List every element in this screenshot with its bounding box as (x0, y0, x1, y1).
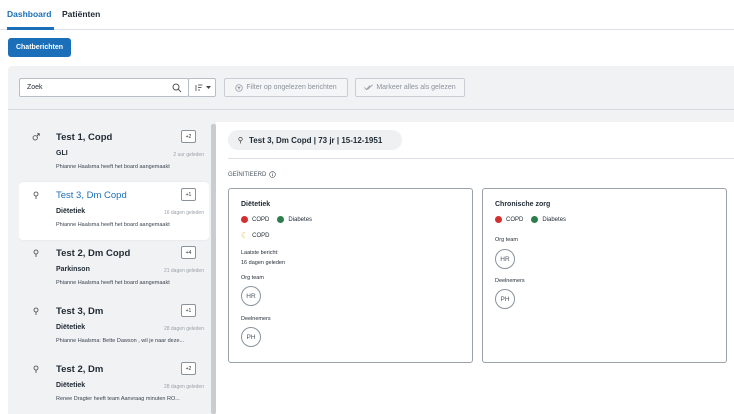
avatar[interactable]: HR (495, 249, 515, 269)
unread-count-badge: +4 (181, 246, 196, 259)
unread-count-badge: +1 (181, 304, 196, 317)
conversation-time: 28 dagen geleden (163, 326, 204, 332)
search-input-value: Zoek (27, 84, 43, 91)
conversation-item[interactable]: Test 3, Dm +1 Diëtetiek 28 dagen geleden… (19, 298, 209, 356)
conversation-name: Test 2, Dm (56, 364, 104, 375)
conversation-detail: Test 3, Dm Copd | 73 jr | 15-12-1951 GEÏ… (216, 122, 734, 414)
double-check-icon (364, 84, 374, 91)
conversation-preview: Phianne Haalsma heeft het board aangemaa… (56, 280, 170, 286)
conversation-preview: Phianne Haalsma: Bette Dawson , wil je n… (56, 338, 185, 344)
male-icon (32, 133, 40, 141)
chevron-down-icon (205, 85, 211, 89)
active-tab-indicator (7, 27, 54, 30)
tab-patients[interactable]: Patiënten (62, 9, 100, 19)
conversation-preview: Renee Dragter heeft team Aanvraag minute… (56, 396, 180, 402)
conversation-list: Test 1, Copd +2 GLI 2 uur geleden Phiann… (19, 124, 209, 414)
board-card-dietetics[interactable]: Diëtetiek COPD Diabetes ☾ COPD Laatste b… (228, 188, 473, 363)
conversation-item[interactable]: Test 1, Copd +2 GLI 2 uur geleden Phiann… (19, 124, 209, 182)
pin-icon (32, 191, 40, 199)
filter-unread-label: Filter op ongelezen berichten (246, 84, 337, 91)
conversation-item[interactable]: Test 2, Dm +2 Diëtetiek 28 dagen geleden… (19, 356, 209, 414)
chat-panel: Zoek Filter op ongelezen berichten Marke… (8, 66, 734, 414)
filter-unread-button[interactable]: Filter op ongelezen berichten (224, 78, 348, 97)
moon-icon: ☾ (241, 231, 249, 240)
tag-label: COPD (506, 216, 524, 223)
unread-count-badge: +2 (181, 130, 196, 143)
conversation-team: Diëtetiek (56, 324, 86, 331)
section-title: GEÏNITIEERD (228, 171, 267, 178)
conversation-time: 16 dagen geleden (163, 210, 204, 216)
red-dot-icon (495, 216, 502, 223)
chat-messages-button[interactable]: Chatberichten (8, 38, 71, 57)
conversation-time: 2 uur geleden (173, 152, 204, 158)
filter-toolbar: Zoek Filter op ongelezen berichten Marke… (8, 66, 734, 110)
avatar[interactable]: PH (241, 327, 261, 347)
pin-icon (32, 307, 40, 315)
tag-label: Diabetes (288, 216, 313, 223)
conversation-name: Test 2, Dm Copd (56, 248, 131, 259)
org-team-label: Org team (495, 237, 518, 243)
conversation-team: Parkinson (56, 266, 90, 273)
conversation-name: Test 3, Dm (56, 306, 104, 317)
last-message-label: Laatste bericht: (241, 250, 279, 256)
red-dot-icon (241, 216, 248, 223)
conversation-item[interactable]: Test 2, Dm Copd +4 Parkinson 21 dagen ge… (19, 240, 209, 298)
last-message-time: 16 dagen geleden (241, 260, 286, 266)
filter-icon (235, 83, 244, 92)
condition-tags: COPD Diabetes (241, 216, 312, 223)
green-dot-icon (531, 216, 539, 223)
unread-count-badge: +2 (181, 362, 196, 375)
divider (228, 158, 734, 159)
conversation-preview: Phianne Haalsma heeft het board aangemaa… (56, 164, 170, 170)
avatar[interactable]: PH (495, 289, 515, 309)
green-dot-icon (277, 216, 285, 223)
sort-button[interactable] (188, 78, 216, 97)
conversation-team: Diëtetiek (56, 208, 86, 215)
mark-all-read-button[interactable]: Markeer alles als gelezen (355, 78, 465, 97)
card-title: Diëtetiek (241, 201, 271, 208)
sort-icon (195, 84, 202, 91)
conversation-team: Diëtetiek (56, 382, 86, 389)
tag-label: Diabetes (542, 216, 567, 223)
search-icon (172, 83, 182, 93)
conversation-team: GLI (56, 150, 68, 157)
info-icon[interactable] (269, 171, 277, 178)
tag-label: COPD (252, 232, 270, 239)
tag-label: COPD (252, 216, 270, 223)
mark-all-read-label: Markeer alles als gelezen (376, 84, 456, 91)
pin-icon (32, 249, 40, 257)
tab-dashboard[interactable]: Dashboard (7, 9, 51, 19)
section-label: GEÏNITIEERD (228, 171, 277, 178)
participants-label: Deelnemers (241, 316, 271, 322)
pin-icon (32, 365, 40, 373)
conversation-name: Test 3, Dm Copd (56, 190, 127, 201)
search-input[interactable]: Zoek (19, 78, 189, 97)
patient-info: Test 3, Dm Copd | 73 jr | 15-12-1951 (249, 135, 383, 145)
avatar[interactable]: HR (241, 286, 261, 306)
conversation-time: 28 dagen geleden (163, 384, 204, 390)
conversation-preview: Phianne Haalsma heeft het board aangemaa… (56, 222, 170, 228)
conversation-time: 21 dagen geleden (163, 268, 204, 274)
pin-icon (238, 137, 243, 144)
patient-header[interactable]: Test 3, Dm Copd | 73 jr | 15-12-1951 (228, 130, 402, 150)
top-navigation: Dashboard Patiënten (0, 0, 734, 30)
condition-tags: COPD Diabetes (495, 216, 566, 223)
participants-label: Deelnemers (495, 278, 525, 284)
conversation-item-selected[interactable]: Test 3, Dm Copd +1 Diëtetiek 16 dagen ge… (19, 182, 209, 240)
board-card-chronic-care[interactable]: Chronische zorg COPD Diabetes Org team H… (482, 188, 727, 363)
org-team-label: Org team (241, 275, 264, 281)
conversation-name: Test 1, Copd (56, 132, 113, 143)
unread-count-badge: +1 (181, 188, 196, 201)
card-title: Chronische zorg (495, 201, 551, 208)
moon-tag: ☾ COPD (241, 231, 270, 240)
